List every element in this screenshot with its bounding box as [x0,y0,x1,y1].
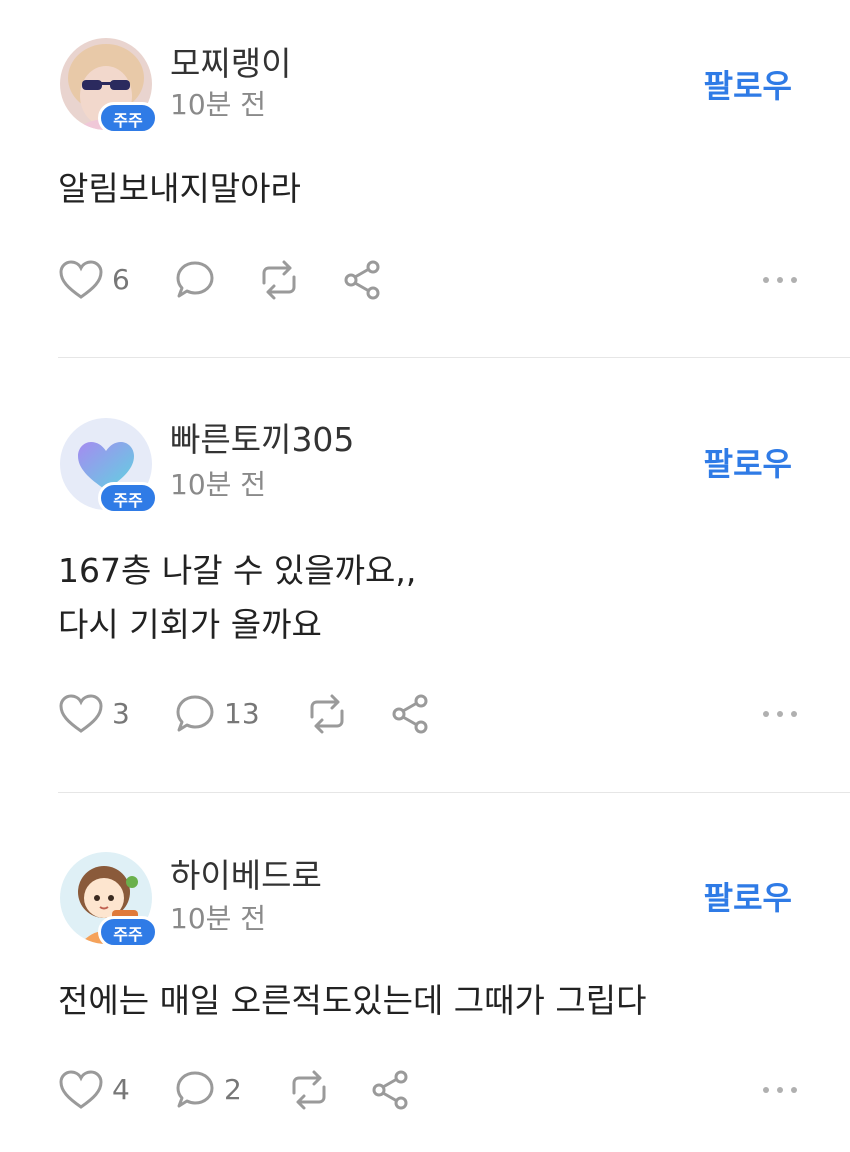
share-button[interactable] [342,258,384,302]
post-actions: 6 [58,258,798,302]
post-content-line: 다시 기회가 올까요 [58,605,322,644]
post-content-line: 알림보내지말아라 [58,169,301,208]
heart-icon [58,693,104,735]
timestamp: 10분 전 [170,902,267,935]
share-icon [370,1069,412,1111]
repost-icon [286,1069,332,1111]
more-options-button[interactable] [754,258,798,302]
avatar[interactable]: 주주 [60,852,158,948]
share-icon [390,693,432,735]
more-icon [762,276,798,284]
follow-button[interactable]: 팔로우 [704,66,792,106]
like-count: 6 [112,263,130,296]
shareholder-badge: 주주 [98,482,158,514]
timestamp: 10분 전 [170,468,267,501]
comment-icon [174,1069,216,1111]
post-content: 알림보내지말아라 [58,162,301,216]
heart-icon [58,259,104,301]
like-count: 3 [112,697,130,730]
follow-button[interactable]: 팔로우 [704,444,792,484]
like-button[interactable]: 3 [58,692,130,736]
repost-icon [304,693,350,735]
divider [58,357,850,358]
heart-icon [58,1069,104,1111]
repost-button[interactable] [304,692,350,736]
username[interactable]: 모찌랭이 [170,44,291,84]
divider [58,792,850,793]
like-count: 4 [112,1073,130,1106]
post-actions: 4 2 [58,1068,798,1112]
share-button[interactable] [390,692,432,736]
more-options-button[interactable] [754,1068,798,1112]
shareholder-badge: 주주 [98,916,158,948]
more-options-button[interactable] [754,692,798,736]
like-button[interactable]: 4 [58,1068,130,1112]
username[interactable]: 하이베드로 [170,856,322,896]
post-content: 전에는 매일 오른적도있는데 그때가 그립다 [58,974,646,1028]
follow-button[interactable]: 팔로우 [704,878,792,918]
repost-icon [256,259,302,301]
share-icon [342,259,384,301]
repost-button[interactable] [286,1068,332,1112]
repost-button[interactable] [256,258,302,302]
like-button[interactable]: 6 [58,258,130,302]
comment-icon [174,259,216,301]
post-content: 167층 나갈 수 있을까요,, 다시 기회가 올까요 [58,544,416,652]
more-icon [762,710,798,718]
post-actions: 3 13 [58,692,798,736]
username[interactable]: 빠른토끼305 [170,420,354,460]
share-button[interactable] [370,1068,412,1112]
timestamp: 10분 전 [170,88,267,121]
comment-count: 2 [224,1073,242,1106]
comment-icon [174,693,216,735]
shareholder-badge: 주주 [98,102,158,134]
avatar[interactable]: 주주 [60,418,158,514]
more-icon [762,1086,798,1094]
avatar[interactable]: 주주 [60,38,158,134]
comment-button[interactable]: 13 [174,692,260,736]
post-content-line: 전에는 매일 오른적도있는데 그때가 그립다 [58,981,647,1020]
post-content-line: 167층 나갈 수 있을까요,, [58,551,417,590]
comment-button[interactable]: 2 [174,1068,242,1112]
comment-count: 13 [224,697,260,730]
comment-button[interactable] [174,258,224,302]
